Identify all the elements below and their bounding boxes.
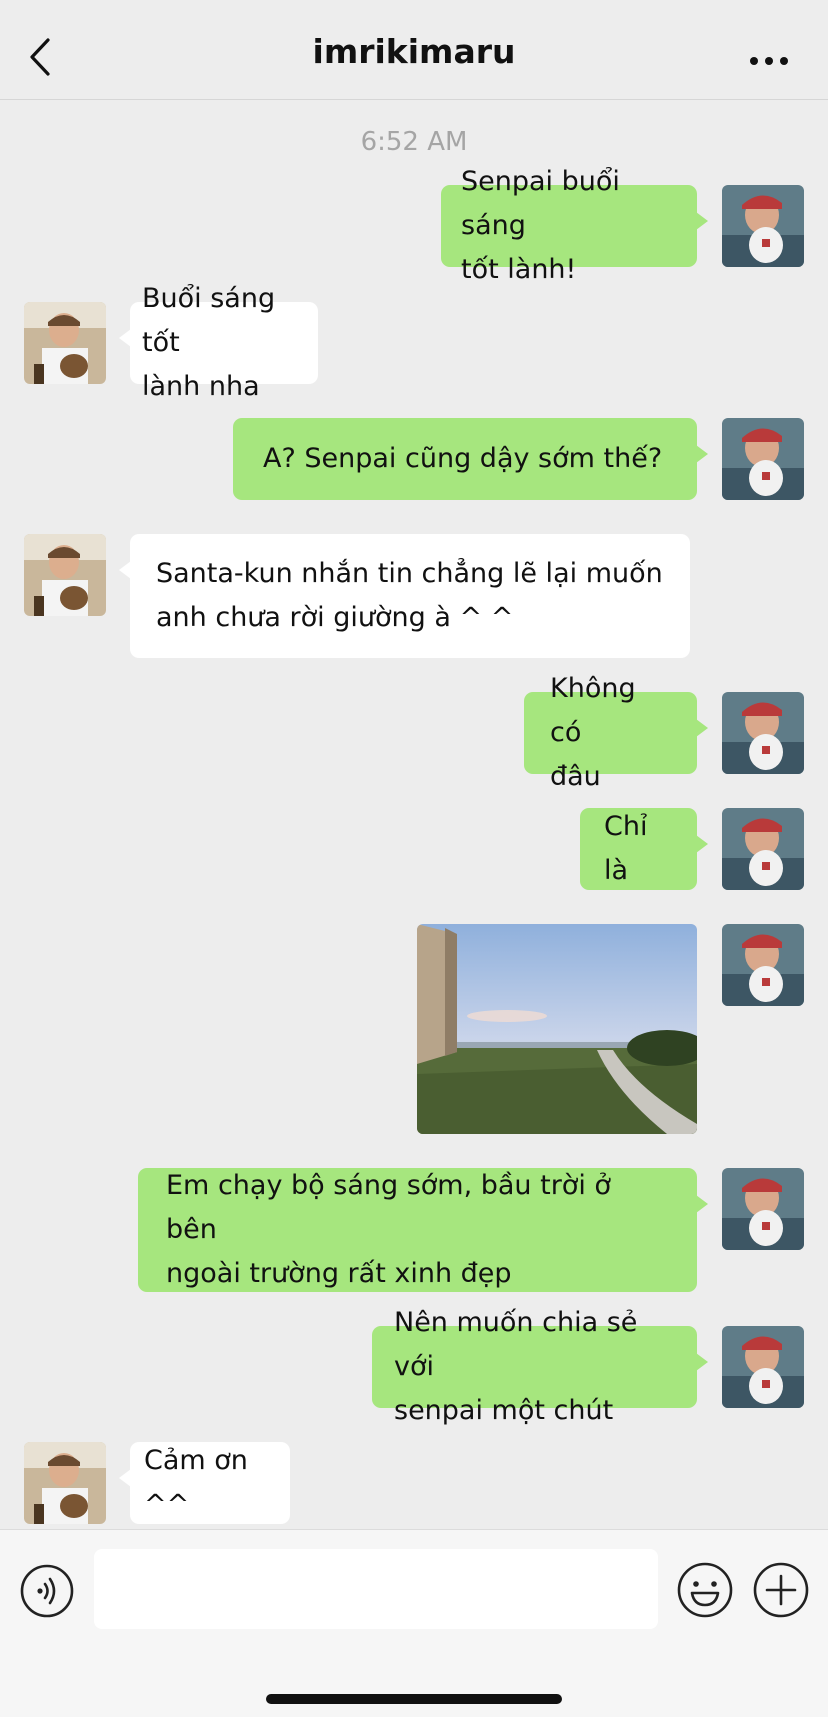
message-bubble-received[interactable]: Santa-kun nhắn tin chẳng lẽ lại muốn anh…: [119, 534, 690, 658]
contact-avatar[interactable]: [24, 302, 106, 384]
input-bar: [0, 1529, 828, 1717]
message-text: đâu: [550, 761, 601, 792]
voice-icon: [20, 1564, 74, 1618]
home-indicator[interactable]: [266, 1694, 562, 1704]
message-text: anh chưa rời giường à ^ ^: [156, 602, 514, 633]
message-input[interactable]: [94, 1549, 658, 1629]
more-options-button[interactable]: [748, 52, 790, 65]
message-bubble-received[interactable]: Buổi sáng tốt lành nha: [119, 283, 318, 402]
my-avatar[interactable]: [722, 1326, 804, 1408]
message-text: Senpai buổi sáng: [461, 166, 620, 241]
message-bubble-sent[interactable]: Chỉ là: [580, 808, 708, 890]
more-actions-button[interactable]: [752, 1561, 810, 1619]
message-bubble-sent[interactable]: Nên muốn chia sẻ với senpai một chút: [372, 1307, 708, 1426]
contact-avatar[interactable]: [24, 1442, 106, 1524]
message-text: Cảm ơn ^^: [144, 1445, 248, 1520]
my-avatar[interactable]: [722, 692, 804, 774]
chat-screen: imrikimaru 6:52 AM Senpai buổi sáng tốt …: [0, 0, 828, 1717]
chat-header: imrikimaru: [0, 0, 828, 100]
my-avatar[interactable]: [722, 808, 804, 890]
message-text: Không có: [550, 673, 636, 748]
my-avatar[interactable]: [722, 1168, 804, 1250]
message-text: Buổi sáng tốt: [142, 283, 276, 358]
plus-icon: [753, 1562, 809, 1618]
message-text: Em chạy bộ sáng sớm, bầu trời ở bên: [166, 1170, 611, 1245]
emoji-button[interactable]: [676, 1561, 734, 1619]
message-bubble-received[interactable]: Cảm ơn ^^: [119, 1442, 290, 1524]
message-text: Nên muốn chia sẻ với: [394, 1307, 638, 1382]
message-text: Santa-kun nhắn tin chẳng lẽ lại muốn: [156, 558, 663, 589]
message-bubble-sent[interactable]: A? Senpai cũng dậy sớm thế?: [233, 418, 708, 500]
message-bubble-sent[interactable]: Senpai buổi sáng tốt lành!: [441, 166, 708, 285]
my-avatar[interactable]: [722, 924, 804, 1006]
message-text: ngoài trường rất xinh đẹp: [166, 1258, 512, 1289]
message-bubble-sent[interactable]: Em chạy bộ sáng sớm, bầu trời ở bên ngoà…: [138, 1168, 708, 1292]
contact-avatar[interactable]: [24, 534, 106, 616]
message-photo[interactable]: [417, 924, 697, 1134]
message-text: senpai một chút: [394, 1395, 614, 1426]
photo-icon: [417, 924, 697, 1134]
ellipsis-icon: [750, 57, 788, 65]
message-text: Chỉ là: [604, 811, 648, 886]
message-text: A? Senpai cũng dậy sớm thế?: [263, 443, 663, 474]
message-text: lành nha: [142, 371, 260, 402]
message-text: tốt lành!: [461, 254, 577, 285]
voice-button[interactable]: [19, 1563, 75, 1619]
chat-title: imrikimaru: [312, 32, 516, 71]
my-avatar[interactable]: [722, 418, 804, 500]
my-avatar[interactable]: [722, 185, 804, 267]
message-bubble-sent[interactable]: Không có đâu: [524, 673, 708, 792]
message-timestamp: 6:52 AM: [360, 127, 468, 157]
message-list[interactable]: 6:52 AM Senpai buổi sáng tốt lành! Buổi …: [0, 101, 828, 1529]
emoji-icon: [677, 1562, 733, 1618]
